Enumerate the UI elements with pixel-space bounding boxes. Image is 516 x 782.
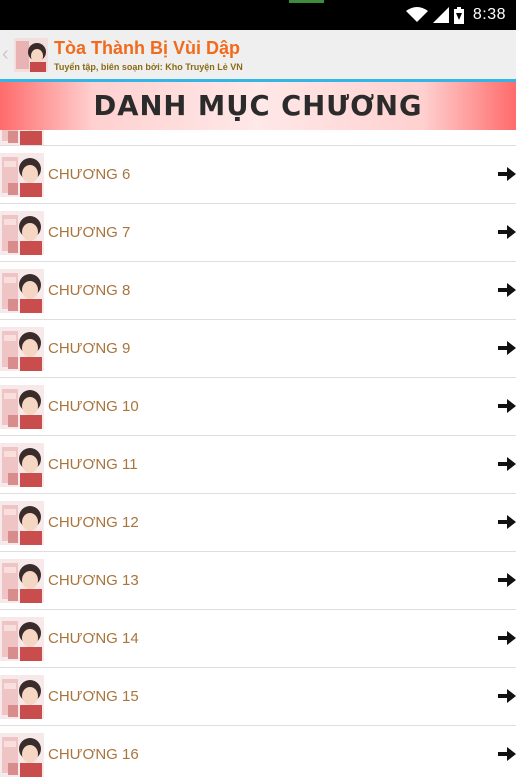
arrow-right-icon — [498, 746, 516, 762]
chapter-thumbnail — [0, 617, 44, 661]
chapter-list-item[interactable]: CHƯƠNG 6 — [0, 146, 516, 204]
arrow-right-icon — [498, 688, 516, 704]
chapter-thumbnail — [0, 211, 44, 255]
chapter-label: CHƯƠNG 11 — [48, 456, 138, 473]
chapter-list-item[interactable]: CHƯƠNG 10 — [0, 378, 516, 436]
chapter-list-item[interactable]: CHƯƠNG 9 — [0, 320, 516, 378]
chapter-list-item[interactable]: CHƯƠNG 15 — [0, 668, 516, 726]
banner-title: DANH MỤC CHƯƠNG — [93, 89, 423, 122]
chapter-label: CHƯƠNG 14 — [48, 630, 139, 647]
arrow-right-icon — [498, 340, 516, 356]
chapter-label: CHƯƠNG 9 — [48, 340, 131, 357]
chapter-label: CHƯƠNG 12 — [48, 514, 139, 531]
chapter-thumbnail — [0, 443, 44, 487]
chapter-thumbnail — [0, 327, 44, 371]
status-bar: 8:38 — [0, 0, 516, 30]
partial-list-item[interactable] — [0, 130, 516, 146]
chapter-thumbnail — [0, 385, 44, 429]
chapter-label: CHƯƠNG 15 — [48, 688, 139, 705]
chapter-list-item[interactable]: CHƯƠNG 8 — [0, 262, 516, 320]
chapter-list-item[interactable]: CHƯƠNG 14 — [0, 610, 516, 668]
chapter-thumbnail — [0, 269, 44, 313]
app-icon[interactable] — [14, 38, 48, 72]
chapter-thumbnail — [0, 153, 44, 197]
status-icons: 8:38 — [405, 0, 506, 30]
app-title: Tòa Thành Bị Vùi Dập — [54, 38, 241, 58]
battery-icon — [453, 6, 464, 24]
chapter-label: CHƯƠNG 10 — [48, 398, 139, 415]
chapter-list-banner: DANH MỤC CHƯƠNG — [0, 82, 516, 130]
app-subtitle: Tuyển tập, biên soạn bởi: Kho Truyện Lẻ … — [54, 62, 243, 72]
chapter-label: CHƯƠNG 13 — [48, 572, 139, 589]
arrow-right-icon — [498, 398, 516, 414]
chapter-thumbnail — [0, 733, 44, 777]
arrow-right-icon — [498, 224, 516, 240]
arrow-right-icon — [498, 282, 516, 298]
chapter-thumbnail — [0, 501, 44, 545]
signal-icon — [432, 7, 449, 23]
chapter-list[interactable]: CHƯƠNG 6 CHƯƠNG 7 CHƯƠNG 8 CHƯƠNG 9 CHƯƠ… — [0, 130, 516, 782]
status-accent — [289, 0, 324, 3]
wifi-icon — [405, 7, 428, 22]
chapter-list-item[interactable]: CHƯƠNG 13 — [0, 552, 516, 610]
chapter-thumbnail — [0, 675, 44, 719]
chapter-label: CHƯƠNG 7 — [48, 224, 131, 241]
chapter-thumbnail — [0, 559, 44, 603]
chevron-left-icon[interactable]: ‹ — [2, 42, 14, 66]
chapter-label: CHƯƠNG 16 — [48, 746, 139, 763]
chapter-list-item[interactable]: CHƯƠNG 7 — [0, 204, 516, 262]
arrow-right-icon — [498, 166, 516, 182]
chapter-label: CHƯƠNG 6 — [48, 166, 131, 183]
chapter-list-item[interactable]: CHƯƠNG 11 — [0, 436, 516, 494]
action-bar: ‹ Tòa Thành Bị Vùi Dập Tuyển tập, biên s… — [0, 30, 516, 82]
arrow-right-icon — [498, 630, 516, 646]
chapter-list-item[interactable]: CHƯƠNG 12 — [0, 494, 516, 552]
arrow-right-icon — [498, 514, 516, 530]
arrow-right-icon — [498, 456, 516, 472]
arrow-right-icon — [498, 572, 516, 588]
chapter-label: CHƯƠNG 8 — [48, 282, 131, 299]
chapter-list-item[interactable]: CHƯƠNG 16 — [0, 726, 516, 782]
chapter-thumbnail — [0, 130, 44, 145]
status-time: 8:38 — [472, 6, 506, 23]
